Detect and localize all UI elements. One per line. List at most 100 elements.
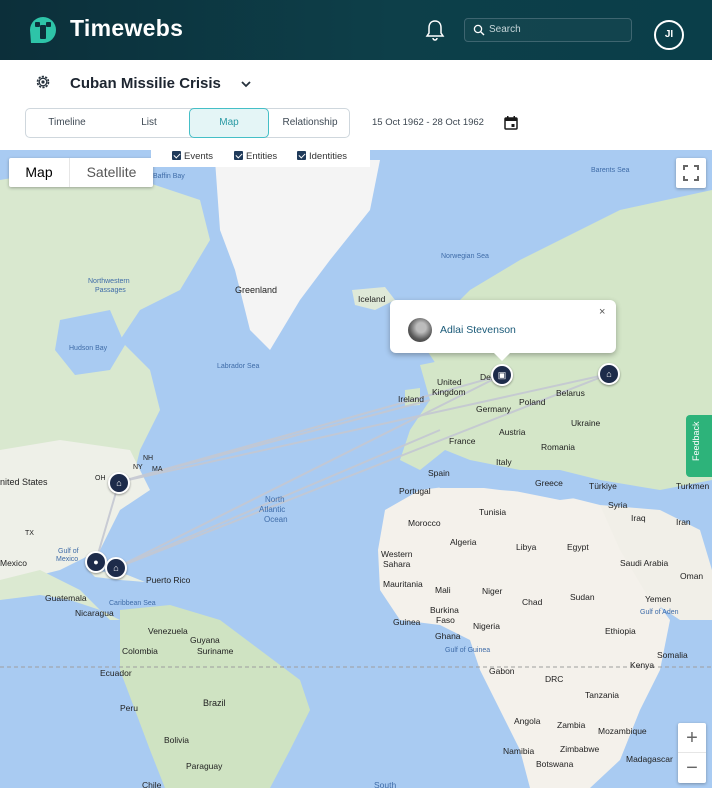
bell-icon[interactable] xyxy=(425,19,445,41)
entity-popup: Adlai Stevenson × xyxy=(390,300,616,361)
map-label: Sahara xyxy=(383,559,411,569)
filter-label: Identities xyxy=(309,151,348,162)
search-placeholder: Search xyxy=(489,24,521,35)
map-label: Madagascar xyxy=(626,754,673,764)
map-label: Mexico xyxy=(56,556,79,563)
building-icon: ▣ xyxy=(497,370,507,380)
map-label: Bolivia xyxy=(164,735,190,745)
map-label: Angola xyxy=(514,716,541,726)
tab-map[interactable]: Map xyxy=(189,108,269,138)
map-label: Gulf of Guinea xyxy=(445,647,491,654)
zoom-in-button[interactable]: + xyxy=(678,723,706,753)
filter-events[interactable]: Events xyxy=(172,151,213,162)
map-label: Colombia xyxy=(122,646,158,656)
map-label: Morocco xyxy=(408,518,441,528)
filter-label: Entities xyxy=(246,151,278,162)
world-map[interactable]: Greenland Iceland Hudson Bay Northwester… xyxy=(0,150,712,788)
satellite-view-button[interactable]: Satellite xyxy=(69,158,153,187)
map-label: Egypt xyxy=(567,542,589,552)
popup-name[interactable]: Adlai Stevenson xyxy=(440,324,516,336)
map-label: Burkina xyxy=(430,605,459,615)
map-label: France xyxy=(449,436,476,446)
filter-entities[interactable]: Entities xyxy=(234,151,277,162)
map-label: Greece xyxy=(535,478,563,488)
map-label: Libya xyxy=(516,542,537,552)
filter-identities[interactable]: Identities xyxy=(297,151,347,162)
map-label: Brazil xyxy=(203,698,226,708)
map-label: Zambia xyxy=(557,720,586,730)
map-label: Romania xyxy=(541,442,576,452)
map-label: Faso xyxy=(436,615,455,625)
close-icon[interactable]: × xyxy=(599,306,605,318)
entity-marker-washington[interactable]: ⌂ xyxy=(108,472,130,494)
map-label: NH xyxy=(143,455,154,462)
search-input[interactable]: Search xyxy=(464,18,632,42)
map-label: Iraq xyxy=(631,513,646,523)
map-view-button[interactable]: Map xyxy=(9,158,69,187)
map-label: Mozambique xyxy=(598,726,647,736)
map-label: Caribbean Sea xyxy=(109,600,156,607)
fullscreen-icon xyxy=(683,165,699,181)
tab-list[interactable]: List xyxy=(108,109,190,137)
tab-timeline[interactable]: Timeline xyxy=(26,109,108,137)
map-label: Germany xyxy=(476,404,511,414)
map-label: Turkmen xyxy=(676,481,710,491)
map-label: Chile xyxy=(142,780,162,788)
map-label: Ghana xyxy=(435,631,461,641)
map-label: Mauritania xyxy=(383,579,423,589)
avatar xyxy=(408,318,432,342)
brand-name: Timewebs xyxy=(70,15,184,41)
map-label: Spain xyxy=(428,468,450,478)
fullscreen-button[interactable] xyxy=(676,158,706,188)
map-label: Austria xyxy=(499,427,526,437)
feedback-tab[interactable]: Feedback xyxy=(686,415,712,477)
user-avatar[interactable]: JI xyxy=(654,20,684,50)
calendar-icon[interactable] xyxy=(503,115,519,131)
map-label: South xyxy=(374,780,397,788)
map-label: Kingdom xyxy=(432,387,466,397)
building-icon: ⌂ xyxy=(606,369,612,379)
zoom-out-button[interactable]: − xyxy=(678,753,706,783)
entity-marker-cuba[interactable]: ⌂ xyxy=(105,557,127,579)
map-label: Yemen xyxy=(645,594,672,604)
tab-relationship[interactable]: Relationship xyxy=(269,109,351,137)
map-label: Gabon xyxy=(489,666,515,676)
map-label: Portugal xyxy=(399,486,431,496)
building-icon: ⌂ xyxy=(113,563,119,573)
checkbox-icon xyxy=(297,151,306,160)
map-label: Sudan xyxy=(570,592,595,602)
map-label: Puerto Rico xyxy=(146,575,191,585)
gear-icon[interactable] xyxy=(34,73,52,91)
person-icon: ● xyxy=(93,557,99,567)
map-label: Iran xyxy=(676,517,691,527)
map-label: Hudson Bay xyxy=(69,345,108,352)
map-label: Peru xyxy=(120,703,138,713)
map-label: Northwestern xyxy=(88,278,130,285)
zoom-controls: + − xyxy=(678,723,706,783)
map-label: Guatemala xyxy=(45,593,87,603)
map-label: OH xyxy=(95,475,106,482)
logo-icon[interactable] xyxy=(24,13,62,47)
map-type-toggle: Map Satellite xyxy=(9,158,153,187)
date-range[interactable]: 15 Oct 1962 - 28 Oct 1962 xyxy=(372,117,484,128)
map-label: Poland xyxy=(519,397,546,407)
map-label: United xyxy=(437,377,462,387)
map-label: Oman xyxy=(680,571,704,581)
person-marker-florida[interactable]: ● xyxy=(85,551,107,573)
map-label: Saudi Arabia xyxy=(620,558,669,568)
map-label: North xyxy=(265,495,285,504)
view-tabs: Timeline List Map Relationship xyxy=(25,108,350,138)
entity-marker-moscow[interactable]: ⌂ xyxy=(598,363,620,385)
map-label: Suriname xyxy=(197,646,234,656)
map-label: Botswana xyxy=(536,759,574,769)
map-label: Labrador Sea xyxy=(217,363,260,370)
map-label: Niger xyxy=(482,586,503,596)
map-filters: Events Entities Identities xyxy=(151,147,370,167)
map-label: Gulf of xyxy=(58,548,79,555)
chevron-down-icon[interactable] xyxy=(240,78,252,90)
map-label: Nigeria xyxy=(473,621,500,631)
entity-marker-europe[interactable]: ▣ xyxy=(491,364,513,386)
map-label: Barents Sea xyxy=(591,167,630,174)
map-label: Guinea xyxy=(393,617,421,627)
map-label: Mali xyxy=(435,585,451,595)
